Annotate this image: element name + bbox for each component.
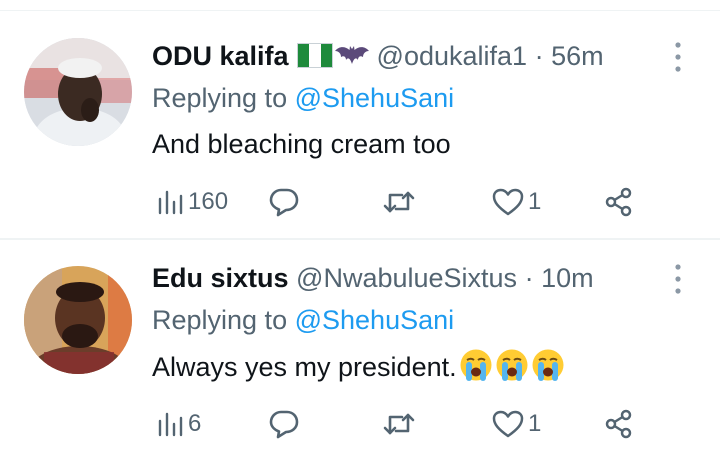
views-button[interactable]: 6 — [156, 404, 201, 444]
share-button[interactable] — [604, 182, 634, 222]
tweet-actions: 160 1 — [152, 182, 652, 222]
tweet[interactable]: Edu sixtus @NwabulueSixtus · 10m Replyin… — [0, 222, 720, 442]
tweet-actions: 6 1 — [152, 404, 652, 444]
share-button[interactable] — [604, 404, 634, 444]
reply-button[interactable] — [268, 182, 300, 222]
views-count: 160 — [188, 188, 229, 215]
nigeria-flag-icon — [296, 41, 333, 68]
tweet[interactable]: ODU kalifa @odukalifa1 · 56m Replying to … — [0, 0, 720, 220]
replying-to: Replying to @ShehuSani — [152, 80, 454, 116]
timestamp[interactable]: 56m — [551, 41, 604, 71]
like-count: 1 — [528, 410, 542, 437]
share-icon — [605, 409, 632, 439]
display-name[interactable]: Edu sixtus — [152, 263, 289, 293]
avatar-photo — [24, 38, 132, 146]
tweet-header: Edu sixtus @NwabulueSixtus · 10m — [152, 260, 594, 296]
replying-to-label: Replying to — [152, 305, 288, 335]
user-handle[interactable]: @odukalifa1 — [377, 41, 528, 71]
avatar-photo — [24, 266, 132, 374]
tweet-text: Always yes my president. — [152, 352, 457, 382]
user-handle[interactable]: @NwabulueSixtus — [296, 263, 517, 293]
more-options-icon[interactable] — [666, 259, 690, 299]
retweet-button[interactable] — [382, 404, 420, 444]
mention-link[interactable]: @ShehuSani — [295, 305, 455, 335]
crying-face-icon — [495, 348, 529, 382]
analytics-icon — [158, 412, 183, 437]
heart-icon — [492, 410, 524, 438]
crying-face-icon — [531, 348, 565, 382]
retweet-button[interactable] — [382, 182, 420, 222]
like-count: 1 — [528, 188, 542, 215]
separator-dot: · — [534, 41, 544, 71]
analytics-icon — [158, 190, 183, 215]
heart-icon — [492, 188, 524, 216]
retweet-icon — [383, 191, 415, 213]
views-count: 6 — [188, 410, 202, 437]
tweet-text: And bleaching cream too — [152, 129, 451, 159]
tweet-text-line: Always yes my president. — [152, 348, 565, 385]
retweet-icon — [383, 413, 415, 435]
reply-icon — [269, 410, 299, 439]
replying-to: Replying to @ShehuSani — [152, 302, 454, 338]
like-button[interactable]: 1 — [492, 182, 541, 222]
tweet-header: ODU kalifa @odukalifa1 · 56m — [152, 38, 604, 74]
replying-to-label: Replying to — [152, 83, 288, 113]
display-name[interactable]: ODU kalifa — [152, 41, 289, 71]
avatar[interactable] — [24, 266, 132, 374]
bat-icon — [334, 41, 369, 66]
more-options-icon[interactable] — [666, 37, 690, 77]
reply-button[interactable] — [268, 404, 300, 444]
timestamp[interactable]: 10m — [541, 263, 594, 293]
reply-icon — [269, 188, 299, 217]
share-icon — [605, 187, 632, 217]
views-button[interactable]: 160 — [156, 182, 228, 222]
avatar[interactable] — [24, 38, 132, 146]
mention-link[interactable]: @ShehuSani — [295, 83, 455, 113]
crying-face-icon — [459, 348, 493, 382]
like-button[interactable]: 1 — [492, 404, 541, 444]
separator-dot: · — [524, 263, 534, 293]
